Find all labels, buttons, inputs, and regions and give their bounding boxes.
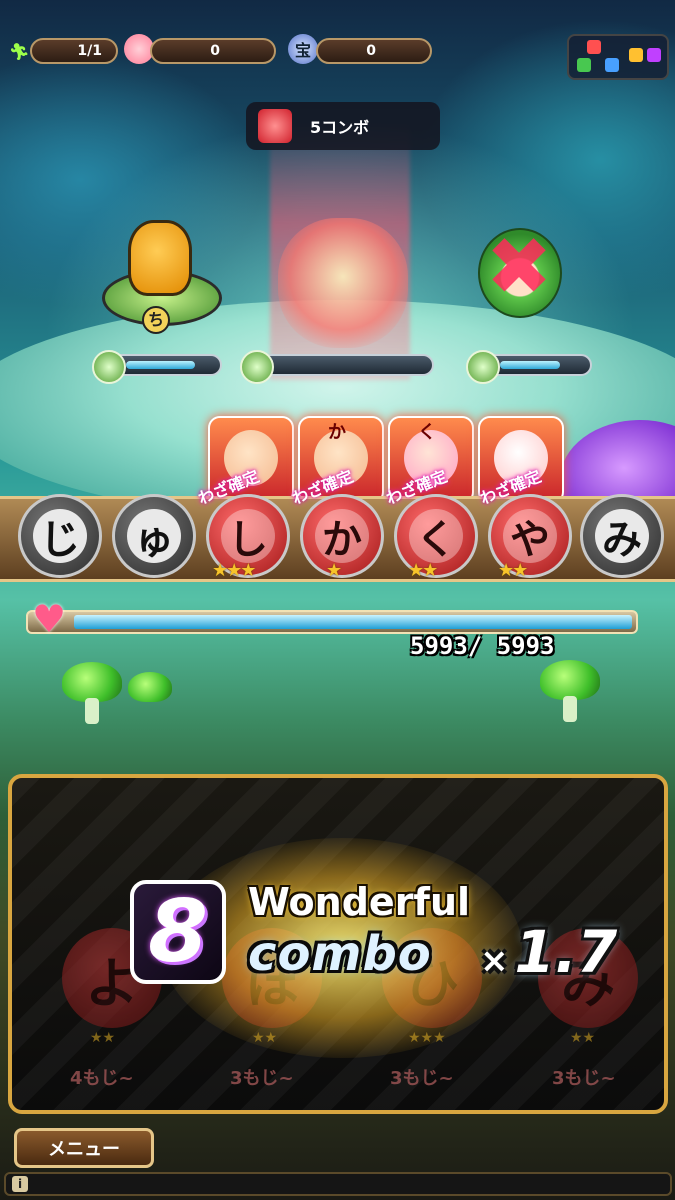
heart-icon: ♥ [32,597,67,641]
player-hp-bar [26,610,638,634]
mushroom-stem [85,698,99,724]
enemy-2[interactable] [258,208,428,358]
slot-min-text: 3もじ~ [552,1068,616,1089]
letter-tile-7[interactable]: み [580,494,664,578]
wood-element-icon [466,350,500,384]
treasure-icon-label: 宝 [294,41,311,60]
multiplier-x: × [480,941,509,981]
mushroom-stem [563,696,577,722]
member-badge: く [418,422,436,443]
wood-element-icon [240,350,274,384]
element-chart[interactable] [567,34,669,80]
enemy-1-hp-fill [126,361,195,369]
letter-2: ゅ [134,517,174,563]
letter-6: や [510,517,550,563]
letter-tile-4[interactable]: か [300,494,384,578]
menu-button[interactable]: メニュー [14,1128,154,1168]
letter-3: し [228,517,268,563]
stage-progress-value: 1/1 [77,43,102,59]
slot-min-text: 3もじ~ [390,1068,454,1089]
honeycomb-icon [258,109,292,143]
wood-element-icon [92,350,126,384]
letter-5: く [416,517,456,563]
green-mushroom [128,672,172,702]
fire-element-icon [587,40,601,54]
target-cross-icon: ✖︎ [485,220,553,313]
enemy-3[interactable]: ✖︎ [472,222,582,332]
letter-tile-2[interactable]: ゅ [112,494,196,578]
combo-word: combo [248,926,432,982]
info-bar[interactable]: i [4,1172,672,1196]
enemy-1-badge: ち [142,306,170,334]
enemy-1-hp-bar [92,350,222,384]
player-hp-text: 5993/ 5993 [410,632,555,660]
green-mushroom [62,662,122,702]
rarity-stars: ★★★ [212,560,256,581]
dark-element-icon [647,48,661,62]
enemy-2-dragon [278,218,408,348]
player-hp-fill [74,615,632,629]
combo-banner: 5コンボ [246,102,440,150]
letter-4: か [322,517,362,563]
wood-element-icon [577,58,591,72]
rarity-stars: ★★ [408,560,438,581]
enemy-1[interactable]: ち [92,220,222,334]
slot-stars: ★★ [570,1030,596,1046]
peach-counter: 0 [150,38,276,64]
treasure-icon: 宝 [288,34,318,64]
enemy-3-hp-bar [466,350,592,384]
enemy-1-body [128,220,192,296]
green-mushroom [540,660,600,700]
rarity-stars: ★ [326,560,342,581]
letter-1: じ [40,517,80,563]
slot-stars: ★★ [90,1030,116,1046]
combo-panel: よ ほ ひ み ★★ ★★ ★★★ ★★ 4もじ~ 3もじ~ 3もじ~ 3もじ~… [8,774,668,1114]
combo-rating: Wonderful [248,880,471,924]
water-element-icon [605,58,619,72]
multiplier-value: 1.7 [514,918,618,986]
combo-multiplier: × 1.7 [480,918,617,986]
slot-min-text: 4もじ~ [70,1068,134,1089]
treasure-count: 0 [366,43,376,59]
stage-progress: 1/1 [30,38,118,64]
letter-tile-1[interactable]: じ [18,494,102,578]
light-element-icon [629,48,643,62]
slot-min-text: 3もじ~ [230,1068,294,1089]
status-bar: 🏃︎ 1/1 0 宝 0 [0,34,675,80]
menu-button-label: メニュー [48,1139,120,1160]
combo-count-badge: 8 [130,880,226,984]
letter-7: み [602,517,642,563]
combo-banner-text: 5コンボ [310,118,370,137]
rarity-stars: ★★ [498,560,528,581]
treasure-counter: 0 [316,38,432,64]
member-badge: か [328,422,346,443]
enemy-2-hp-bar [240,350,434,384]
combo-count: 8 [148,882,208,982]
peach-count: 0 [210,43,220,59]
enemy-3-hp-fill [500,361,560,369]
info-icon: i [12,1176,28,1192]
